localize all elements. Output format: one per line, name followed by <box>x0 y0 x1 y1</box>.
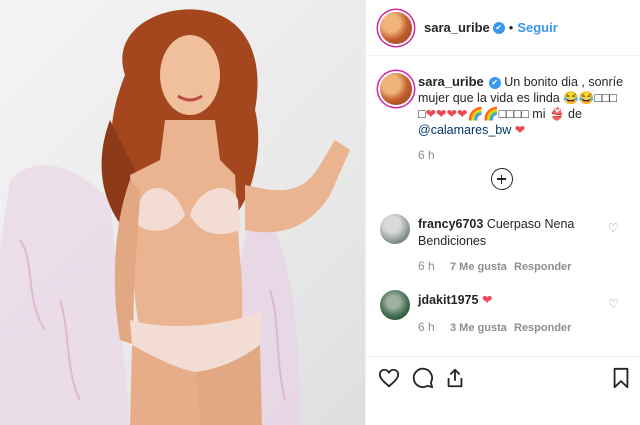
emoji-box-2: □ <box>418 107 426 121</box>
caption-de: de <box>568 107 582 121</box>
share-icon[interactable] <box>444 367 466 389</box>
hearts-emoji-icon: ❤❤❤❤ <box>425 107 468 121</box>
comment-text: ❤ <box>481 293 493 307</box>
reply-button[interactable]: Responder <box>514 261 571 273</box>
plus-circle-icon[interactable] <box>491 168 513 190</box>
comment-likes[interactable]: 7 Me gusta <box>450 261 507 273</box>
mention-link[interactable]: @calamares_bw <box>418 123 511 137</box>
post-image[interactable] <box>0 0 365 425</box>
comment-username[interactable]: francy6703 <box>418 217 483 231</box>
caption-mi: mi <box>532 107 546 121</box>
emoji-boxes-1: □□□ <box>594 91 618 105</box>
bookmark-icon[interactable] <box>611 367 631 389</box>
post-image-illustration <box>0 9 350 425</box>
comment-icon[interactable] <box>412 367 434 389</box>
caption-text: sara_uribe ✔ Un bonito dia , sonríe mujer… <box>418 74 628 138</box>
verified-badge-icon: ✔ <box>492 21 505 34</box>
comment-item: francy6703 Cuerpaso Nena Bendiciones <box>418 216 618 250</box>
separator-dot: • <box>508 20 514 35</box>
rainbow-emoji-icon: 🌈🌈 <box>467 107 499 121</box>
caption-username[interactable]: sara_uribe <box>418 74 484 89</box>
post-sidebar: sara_uribe ✔ • Seguir sara_uribe ✔ Un bonito… <box>365 0 640 425</box>
caption-timestamp[interactable]: 6 h <box>418 148 435 162</box>
heart-outline-icon[interactable] <box>378 367 400 389</box>
heart-emoji-icon: ❤ <box>514 123 526 137</box>
verified-badge-icon: ✔ <box>488 76 501 89</box>
caption-avatar[interactable] <box>380 73 412 105</box>
author-row: sara_uribe ✔ • Seguir <box>424 19 558 37</box>
action-bar <box>366 356 640 396</box>
comment-likes[interactable]: 3 Me gusta <box>450 322 507 334</box>
author-username[interactable]: sara_uribe <box>424 20 490 35</box>
reply-button[interactable]: Responder <box>514 322 571 334</box>
comment-timestamp[interactable]: 6 h <box>418 259 435 273</box>
post-header: sara_uribe ✔ • Seguir <box>366 0 640 56</box>
comment-username[interactable]: jdakit1975 <box>418 293 478 307</box>
bikini-emoji-icon: 👙 <box>548 107 565 121</box>
comment-timestamp[interactable]: 6 h <box>418 320 435 334</box>
comment-item: jdakit1975 ❤ <box>418 292 618 309</box>
follow-button[interactable]: Seguir <box>517 20 557 35</box>
comment-like-heart-icon[interactable]: ♡ <box>608 297 619 311</box>
comment-like-heart-icon[interactable]: ♡ <box>608 221 619 235</box>
commenter-avatar[interactable] <box>380 214 410 244</box>
commenter-avatar[interactable] <box>380 290 410 320</box>
emoji-boxes-3: □□□□ <box>498 107 529 121</box>
laughing-emoji-icon: 😂😂 <box>563 91 595 105</box>
author-avatar[interactable] <box>380 12 412 44</box>
